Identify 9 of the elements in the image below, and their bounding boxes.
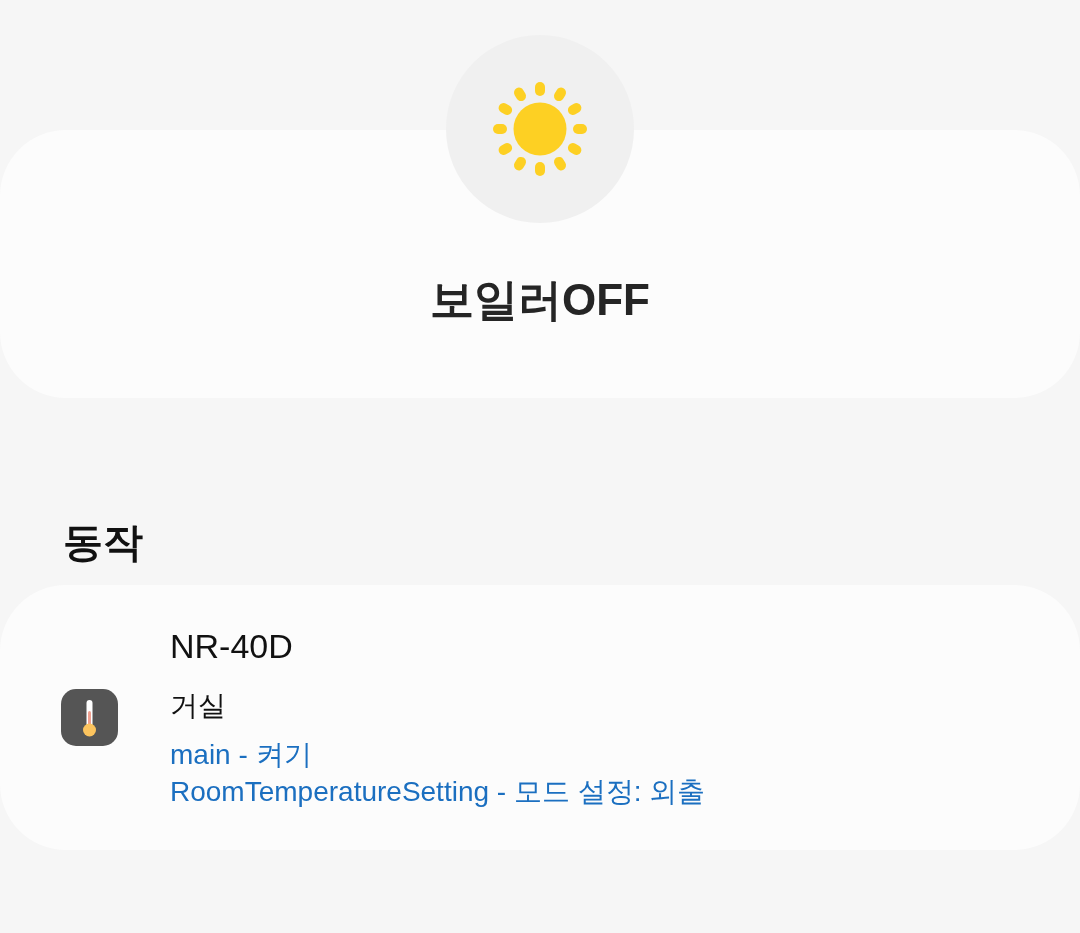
action-text: main - 켜기 bbox=[170, 737, 312, 772]
device-room: 거실 bbox=[170, 688, 226, 723]
device-card[interactable]: NR-40D 거실 main - 켜기 RoomTemperatureSetting - 모드 설정: 외출 bbox=[0, 585, 1080, 850]
device-name: NR-40D bbox=[170, 625, 293, 666]
section-heading: 동작 bbox=[63, 519, 143, 566]
action-text: RoomTemperatureSetting - 모드 설정: 외출 bbox=[170, 774, 706, 809]
sun-icon bbox=[492, 81, 588, 177]
thermometer-icon bbox=[61, 689, 118, 746]
scene-title: 보일러OFF bbox=[430, 274, 650, 326]
